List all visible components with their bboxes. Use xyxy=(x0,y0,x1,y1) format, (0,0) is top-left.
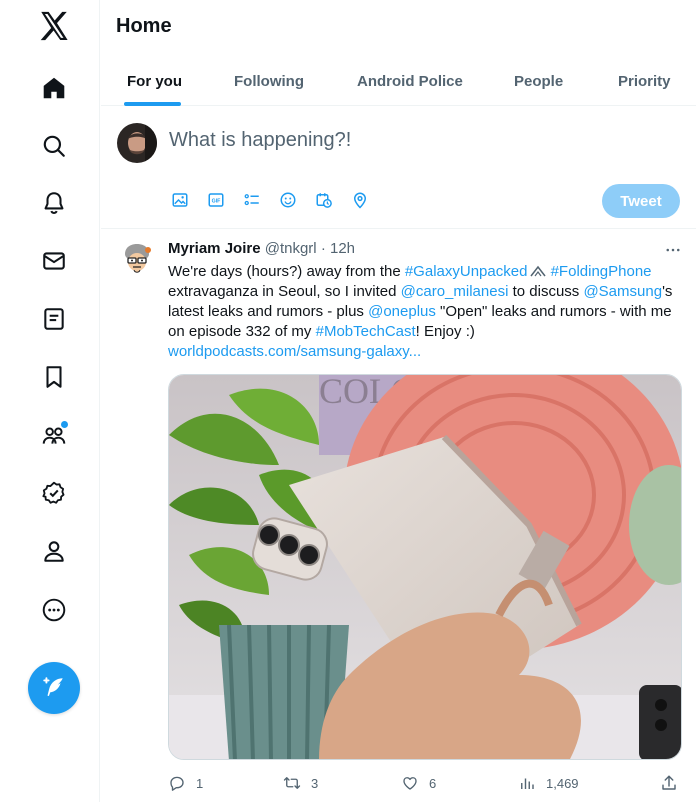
unpacked-emoji-icon xyxy=(530,263,547,277)
text-segment: ! Enjoy :) xyxy=(415,323,475,340)
mention-link[interactable]: @oneplus xyxy=(368,303,436,320)
x-logo-icon[interactable] xyxy=(32,4,76,48)
text-segment: to discuss xyxy=(508,283,584,300)
bell-icon[interactable] xyxy=(32,181,76,225)
tweet-text: We're days (hours?) away from the #Galax… xyxy=(168,262,683,362)
share-button[interactable] xyxy=(660,773,678,793)
lists-icon[interactable] xyxy=(32,297,76,341)
more-options-icon[interactable] xyxy=(661,238,685,262)
tab-people[interactable]: People xyxy=(514,56,563,106)
emoji-icon[interactable] xyxy=(277,189,299,211)
tab-following[interactable]: Following xyxy=(234,56,304,106)
retweet-icon xyxy=(283,777,301,789)
tweet-time[interactable]: 12h xyxy=(330,240,355,257)
tweet-image[interactable]: COLOS xyxy=(168,374,682,760)
url-link[interactable]: worldpodcasts.com/samsung-galaxy... xyxy=(168,343,421,360)
active-tab-indicator xyxy=(124,102,181,106)
gif-icon[interactable]: GIF xyxy=(205,189,227,211)
timeline-tabs: For you Following Android Police People … xyxy=(101,56,696,106)
notification-dot xyxy=(61,421,68,428)
hashtag-link[interactable]: #GalaxyUnpacked xyxy=(405,263,528,280)
svg-text:GIF: GIF xyxy=(212,198,222,204)
bookmark-icon[interactable] xyxy=(32,355,76,399)
communities-icon[interactable] xyxy=(32,413,76,457)
share-icon xyxy=(662,775,676,790)
compose-tweet-button[interactable] xyxy=(28,662,80,714)
avatar[interactable] xyxy=(117,123,157,163)
separator: · xyxy=(320,240,326,257)
page-title: Home xyxy=(116,15,172,37)
side-nav xyxy=(0,0,100,802)
tab-for-you[interactable]: For you xyxy=(127,56,182,106)
hashtag-link[interactable]: #MobTechCast xyxy=(316,323,416,340)
text-segment: We're days (hours?) away from the xyxy=(168,263,405,280)
location-icon[interactable] xyxy=(349,189,371,211)
tweet[interactable]: Myriam Joire @tnkgrl · 12h We're days (h… xyxy=(101,230,696,802)
poll-icon[interactable] xyxy=(241,189,263,211)
schedule-icon[interactable] xyxy=(313,189,335,211)
tweet-header: Myriam Joire @tnkgrl · 12h xyxy=(168,240,355,257)
home-icon[interactable] xyxy=(32,66,76,110)
like-count: 6 xyxy=(429,775,437,791)
main-column: Home For you Following Android Police Pe… xyxy=(101,0,696,802)
text-segment: extravaganza in Seoul, so I invited xyxy=(168,283,401,300)
retweet-button[interactable]: 3 xyxy=(283,773,318,793)
compose-feather-icon xyxy=(43,677,63,697)
tweet-button[interactable]: Tweet xyxy=(602,184,680,218)
view-count: 1,469 xyxy=(546,775,579,791)
more-icon[interactable] xyxy=(32,588,76,632)
mail-icon[interactable] xyxy=(32,239,76,283)
verified-icon[interactable] xyxy=(32,471,76,515)
reply-count: 1 xyxy=(196,775,204,791)
reply-button[interactable]: 1 xyxy=(168,773,203,793)
search-icon[interactable] xyxy=(32,124,76,168)
hashtag-link[interactable]: #FoldingPhone xyxy=(551,263,652,280)
like-button[interactable]: 6 xyxy=(401,773,436,793)
retweet-count: 3 xyxy=(311,775,319,791)
mention-link[interactable]: @Samsung xyxy=(583,283,662,300)
reply-icon xyxy=(170,776,184,791)
mention-link[interactable]: @caro_milanesi xyxy=(401,283,509,300)
tab-android-police[interactable]: Android Police xyxy=(357,56,463,106)
analytics-icon xyxy=(521,778,534,789)
tweet-composer: GIF Tweet xyxy=(101,107,696,229)
views-button[interactable]: 1,469 xyxy=(518,773,579,793)
compose-input[interactable] xyxy=(169,129,669,152)
author-name[interactable]: Myriam Joire xyxy=(168,240,261,257)
profile-icon[interactable] xyxy=(32,529,76,573)
author-handle[interactable]: @tnkgrl xyxy=(265,240,317,257)
tab-priority[interactable]: Priority xyxy=(618,56,671,106)
avatar[interactable] xyxy=(117,240,157,280)
heart-icon xyxy=(403,777,417,790)
tweet-actions: 1 3 6 1,469 xyxy=(168,773,683,793)
image-icon[interactable] xyxy=(169,189,191,211)
